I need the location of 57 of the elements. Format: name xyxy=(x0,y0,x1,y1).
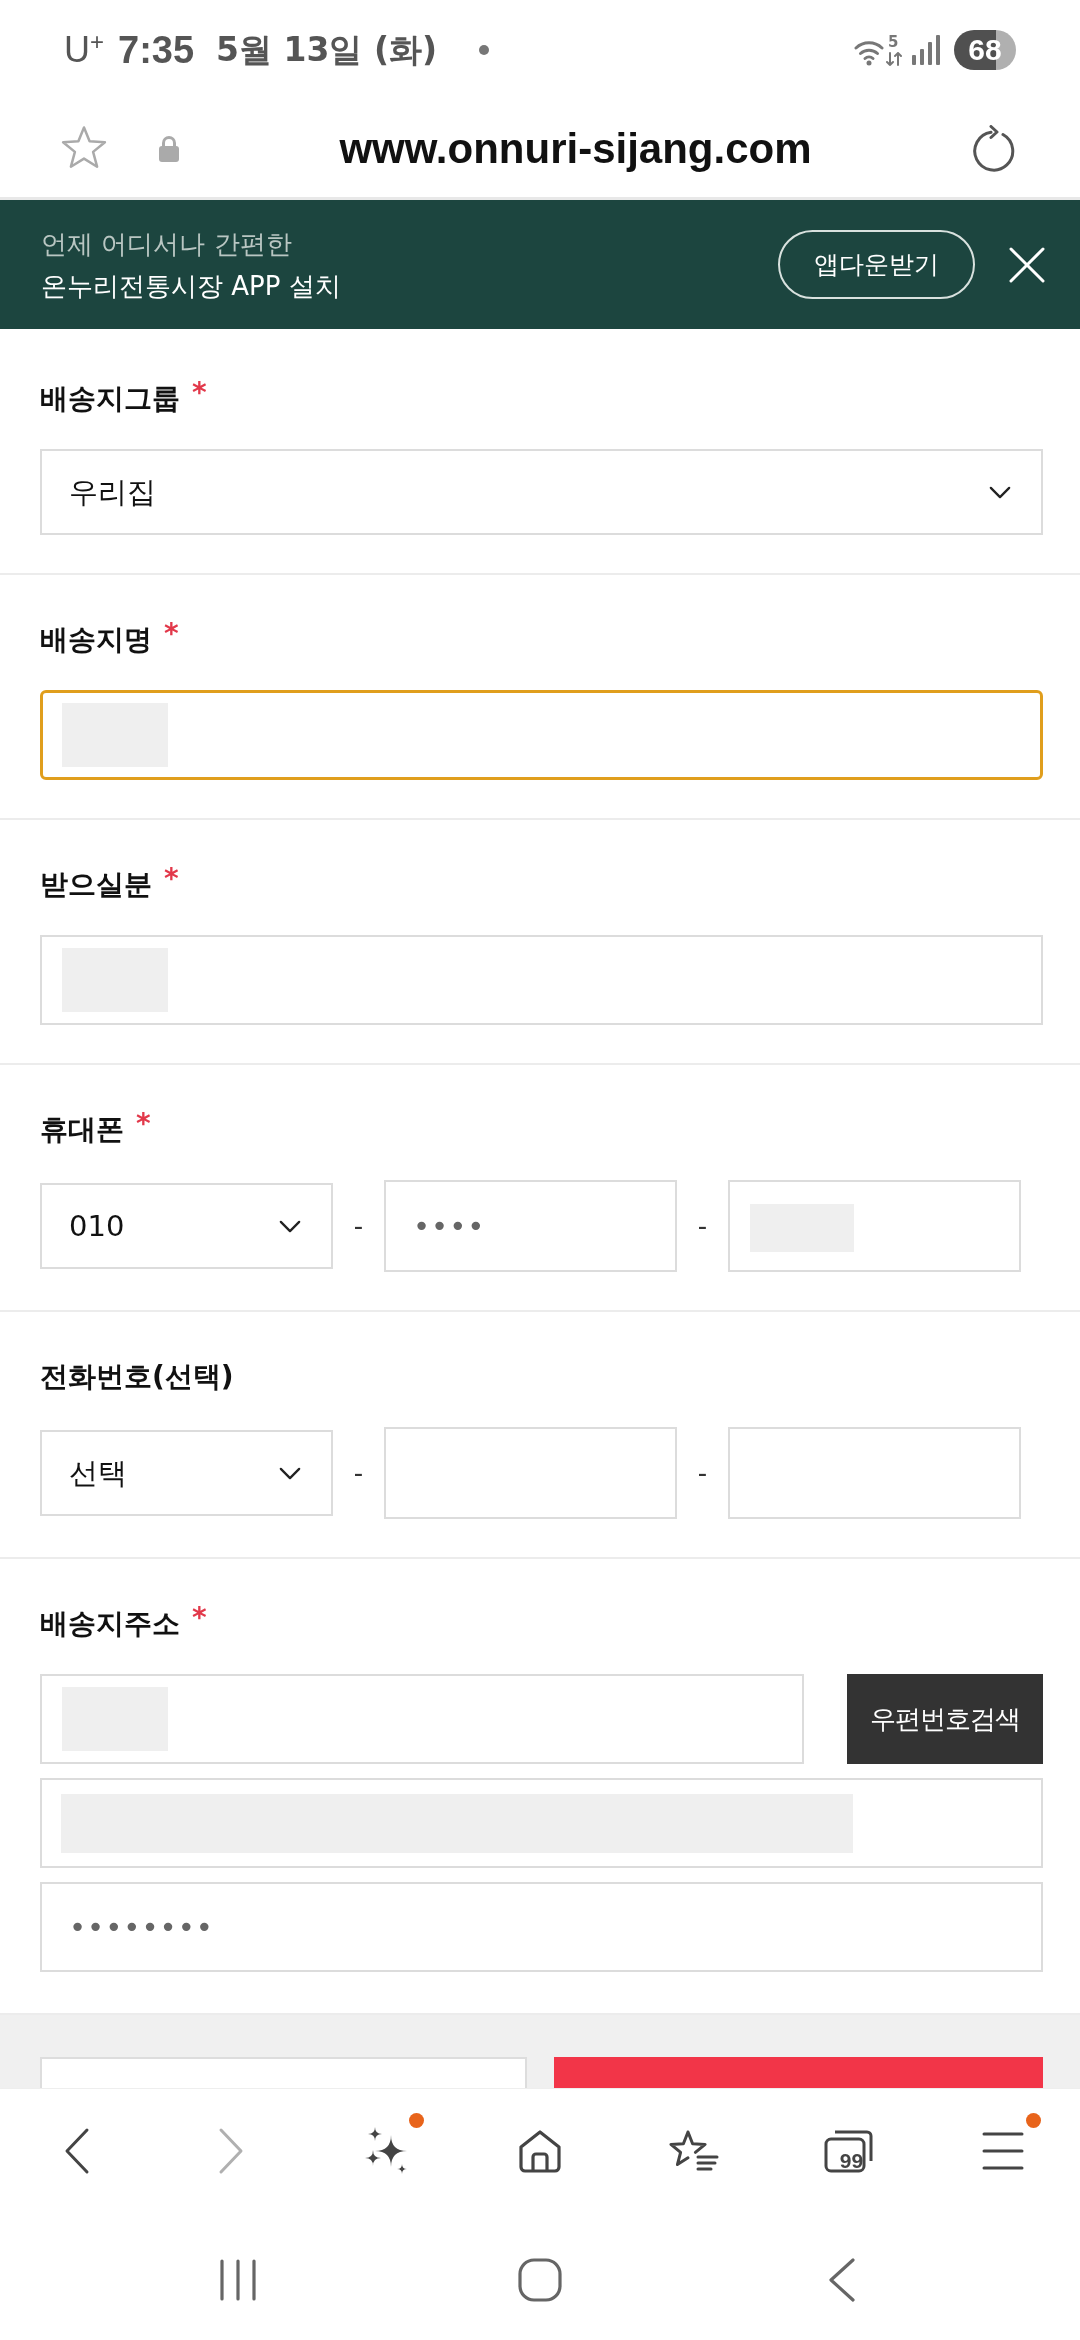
dash-separator: - xyxy=(352,1211,365,1241)
banner-title: 온누리전통시장 APP 설치 xyxy=(41,269,341,303)
postcode-search-button[interactable]: 우편번호검색 xyxy=(847,1674,1043,1764)
field-label: 받으실분 xyxy=(40,867,152,903)
secondary-button[interactable] xyxy=(40,2057,527,2088)
wifi-standard-label: 5 xyxy=(888,34,899,50)
lock-icon xyxy=(157,134,181,163)
text-field[interactable] xyxy=(40,1778,1043,1868)
text-field[interactable] xyxy=(728,1427,1021,1519)
text-field[interactable] xyxy=(384,1427,677,1519)
wifi-icon xyxy=(854,40,884,66)
house-icon xyxy=(517,2127,563,2174)
banner-tagline: 언제 어디서나 간편한 xyxy=(41,227,292,261)
rounded-square-icon xyxy=(518,2258,562,2302)
field-label: 배송지주소 xyxy=(40,1606,180,1642)
dropdown[interactable]: 010 xyxy=(40,1183,333,1269)
download-app-button[interactable]: 앱다운받기 xyxy=(778,230,975,299)
status-date: 5월 13일 (화) xyxy=(216,29,438,71)
signal-bars-icon xyxy=(912,35,940,65)
text-field[interactable]: •••• xyxy=(384,1180,677,1272)
battery-indicator: 68 xyxy=(954,30,1016,70)
field-label: 배송지그룹 xyxy=(40,381,180,417)
carrier-label: U$^{+}$ xyxy=(64,28,104,72)
tabs-frame-icon xyxy=(823,2128,874,2173)
menu-icon xyxy=(981,2130,1024,2171)
required-mark: * xyxy=(136,1110,151,1138)
dropdown[interactable]: 우리집 xyxy=(40,449,1043,535)
field-label: 전화번호(선택) xyxy=(40,1359,234,1395)
url-text[interactable]: www.onnuri-sijang.com xyxy=(181,122,970,175)
text-field[interactable] xyxy=(40,1674,804,1764)
close-icon xyxy=(1009,246,1045,283)
text-field[interactable] xyxy=(40,935,1043,1025)
three-bars-icon xyxy=(218,2259,258,2301)
field-label: 배송지명 xyxy=(40,622,152,658)
text-field[interactable]: •••••••• xyxy=(40,1882,1043,1972)
chevron-right-icon xyxy=(218,2126,245,2175)
chevron-down-icon xyxy=(279,1466,301,1480)
close-button[interactable] xyxy=(1009,246,1045,283)
text-field[interactable] xyxy=(40,690,1043,780)
notification-dot-icon xyxy=(479,45,490,55)
tabs-button[interactable]: 99 xyxy=(810,2112,887,2189)
required-mark: * xyxy=(192,1604,207,1632)
dash-separator: - xyxy=(696,1211,709,1241)
up-down-arrows-icon xyxy=(886,52,902,66)
dash-separator: - xyxy=(696,1458,709,1488)
text-field[interactable] xyxy=(728,1180,1021,1272)
required-mark: * xyxy=(164,620,179,648)
chevron-down-icon xyxy=(279,1219,301,1233)
chevron-left-icon xyxy=(828,2258,856,2302)
required-mark: * xyxy=(164,865,179,893)
required-mark: * xyxy=(192,379,207,407)
dropdown[interactable]: 선택 xyxy=(40,1430,333,1516)
chevron-left-icon xyxy=(64,2126,91,2175)
clock-time: 7:35 xyxy=(118,28,195,72)
chevron-down-icon xyxy=(989,485,1011,499)
dash-separator: - xyxy=(352,1458,365,1488)
field-label: 휴대폰 xyxy=(40,1112,124,1148)
